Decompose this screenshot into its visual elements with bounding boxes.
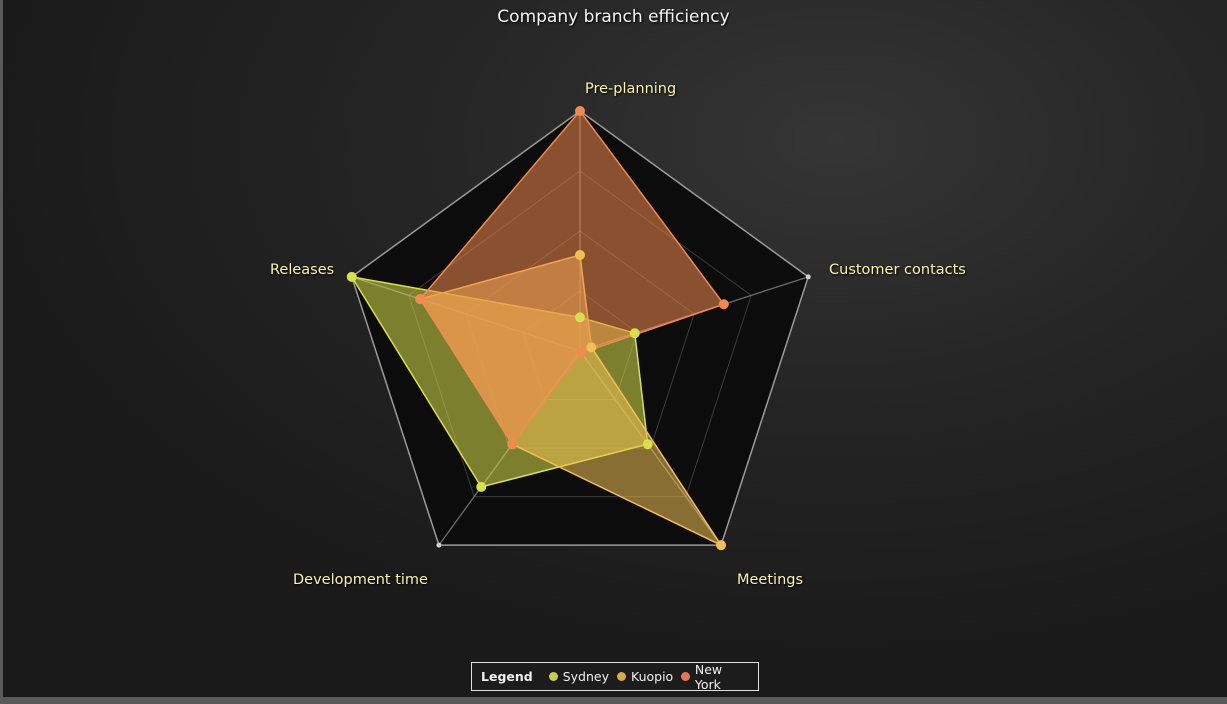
legend-marker-icon — [617, 672, 626, 681]
axis-label-pre-planning: Pre-planning — [585, 81, 677, 97]
legend-label: New York — [694, 661, 723, 692]
legend-marker-icon — [548, 672, 558, 681]
data-point-new-york — [507, 439, 518, 450]
legend-title: Legend — [481, 669, 533, 684]
data-point-new-york — [576, 347, 587, 358]
axis-label-customer-contacts: Customer contacts — [829, 262, 966, 278]
legend-item-kuopio[interactable]: Kuopio — [617, 669, 673, 684]
data-point-sydney — [346, 271, 357, 282]
axis-label-meetings: Meetings — [737, 572, 804, 588]
data-point-new-york — [575, 106, 585, 116]
legend-item-sydney[interactable]: Sydney — [548, 669, 609, 684]
legend: Legend Sydney Kuopio New York — [471, 662, 759, 692]
data-point-sydney — [642, 439, 653, 450]
axis-label-releases: Releases — [270, 262, 335, 278]
data-point-kuopio — [586, 342, 597, 353]
radar-chart — [346, 106, 811, 551]
data-point-kuopio — [716, 540, 727, 551]
data-point-sydney — [629, 328, 640, 339]
legend-item-new-york[interactable]: New York — [681, 662, 750, 692]
legend-label: Kuopio — [631, 669, 674, 684]
axis-label-development-time: Development time — [293, 572, 428, 588]
data-point-kuopio — [575, 250, 585, 260]
axis-end-marker — [805, 274, 811, 280]
legend-label: Sydney — [562, 669, 609, 684]
data-point-sydney — [476, 481, 487, 492]
data-point-sydney — [575, 312, 585, 323]
chart-title: Company branch efficiency — [497, 7, 730, 27]
axis-end-marker — [436, 542, 442, 548]
data-point-new-york — [415, 294, 426, 305]
data-point-new-york — [718, 299, 729, 310]
legend-marker-icon — [681, 672, 690, 681]
